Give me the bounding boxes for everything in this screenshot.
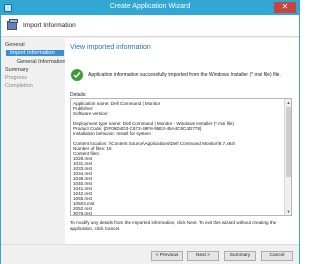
instruction-note: To modify any details from the imported … bbox=[70, 220, 277, 231]
page-heading: Import Information bbox=[23, 22, 76, 29]
sidebar-item-import-information[interactable]: Import Information bbox=[6, 50, 64, 56]
sidebar-item-general[interactable]: General bbox=[5, 42, 25, 48]
previous-button[interactable]: < Previous bbox=[151, 251, 183, 261]
success-check-icon bbox=[71, 69, 83, 81]
main-content: View imported information Application in… bbox=[65, 38, 299, 244]
sidebar-item-completion: Completion bbox=[5, 83, 33, 89]
details-line: Software version: bbox=[73, 111, 109, 116]
title-bar[interactable]: Create Application Wizard ✕ bbox=[1, 1, 299, 15]
success-message: Application information successfully imp… bbox=[88, 72, 281, 78]
scroll-down-arrow-icon[interactable]: ▼ bbox=[286, 209, 291, 214]
section-title: View imported information bbox=[70, 44, 151, 51]
wizard-header: Import Information bbox=[1, 15, 299, 37]
wizard-box-icon bbox=[7, 19, 19, 31]
details-line: 3076.mst bbox=[73, 211, 92, 216]
details-line: Installation behavior: Install for syste… bbox=[73, 131, 151, 136]
summary-button[interactable]: Summary bbox=[224, 251, 256, 261]
next-button[interactable]: Next > bbox=[187, 251, 219, 261]
sidebar-item-summary[interactable]: Summary bbox=[5, 67, 29, 73]
cancel-button[interactable]: Cancel bbox=[261, 251, 293, 261]
button-bar: < Previous Next > Summary Cancel bbox=[1, 244, 299, 264]
details-textbox[interactable]: Application name: Dell Command | Monitor… bbox=[70, 98, 292, 216]
scroll-thumb[interactable] bbox=[286, 107, 291, 177]
sidebar-item-progress: Progress bbox=[5, 75, 28, 81]
window-title: Create Application Wizard bbox=[109, 3, 191, 10]
scroll-up-arrow-icon[interactable]: ▲ bbox=[286, 100, 291, 105]
wizard-steps-sidebar: General Import Information General Infor… bbox=[1, 38, 66, 244]
close-button[interactable]: ✕ bbox=[274, 2, 296, 13]
wizard-window: Create Application Wizard ✕ Import Infor… bbox=[0, 0, 300, 264]
details-scrollbar[interactable]: ▲ ▼ bbox=[284, 99, 291, 215]
sidebar-item-general-information[interactable]: General Information bbox=[17, 59, 66, 65]
